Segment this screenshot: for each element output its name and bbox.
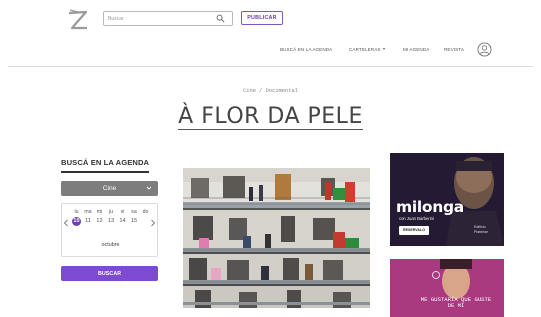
chevron-right-icon[interactable] [150,219,156,227]
category-select[interactable]: Cine [61,181,158,196]
header-divider [8,66,533,67]
breadcrumb[interactable]: Cine / Documental [0,88,541,94]
ad-brand: milonga [396,198,464,216]
z-logo-icon[interactable] [66,8,90,34]
nav-item-carteleras[interactable]: CARTELERAS [349,47,385,52]
weekday-label: mi [96,209,103,215]
milonga-ad[interactable]: milonga con Juan Barberini RESERVALO Edi… [390,153,504,246]
category-select-value: Cine [102,185,117,192]
weekday-label: sa [131,209,137,215]
ad-subtitle: con Juan Barberini [399,216,434,221]
date-row: 10 11 12 13 14 15 [72,217,150,226]
date-cell-empty [141,217,150,226]
search-input[interactable] [108,15,216,22]
weekday-label: lu [74,209,79,215]
weekday-label: ju [108,209,114,215]
calendar-month: octubre [101,242,120,248]
nav-item-agenda[interactable]: BUSCÁ EN LA AGENDA [280,47,332,52]
publish-button[interactable]: PUBLICAR [241,11,283,25]
ad-cta-button[interactable]: RESERVALO [399,226,429,235]
weekday-label: ma [84,209,92,215]
ad-quote: ME GUSTARÍA QUE GUSTE DE MÍ [420,296,492,310]
date-cell[interactable]: 15 [130,217,139,226]
date-cell[interactable]: 11 [84,217,93,226]
date-cell[interactable]: 13 [107,217,116,226]
date-picker: lu ma mi ju vi sa do 10 11 12 13 14 15 o… [61,203,158,257]
chevron-down-icon [146,186,152,190]
weekday-label: do [142,209,149,215]
user-icon[interactable] [477,42,492,57]
search-button[interactable]: BUSCAR [61,266,158,281]
nav-item-revista[interactable]: REVISTA [444,47,464,52]
date-cell[interactable]: 14 [118,217,127,226]
film-still-image [183,168,370,308]
nav-item-mi-agenda[interactable]: MI AGENDA [403,47,429,52]
chevron-left-icon[interactable] [63,219,69,227]
agenda-heading-underline [61,171,149,173]
weekday-label: vi [120,209,125,215]
caret-down-icon [382,48,385,50]
ad-venue: Edificio Platense [474,225,488,234]
date-cell[interactable]: 12 [95,217,104,226]
page-title-text: À FLOR DA PELE [178,104,363,130]
search-icon[interactable] [216,14,225,23]
main-nav: BUSCÁ EN LA AGENDA CARTELERAS MI AGENDA … [0,47,541,55]
nav-item-carteleras-label: CARTELERAS [349,47,381,52]
page-title: À FLOR DA PELE [0,104,541,130]
weekday-row: lu ma mi ju vi sa do [72,209,150,215]
search-box[interactable] [103,11,233,26]
date-cell-selected[interactable]: 10 [72,217,81,226]
agenda-heading: BUSCÁ EN LA AGENDA [61,158,150,167]
bottom-ad[interactable]: ME GUSTARÍA QUE GUSTE DE MÍ [390,259,504,317]
